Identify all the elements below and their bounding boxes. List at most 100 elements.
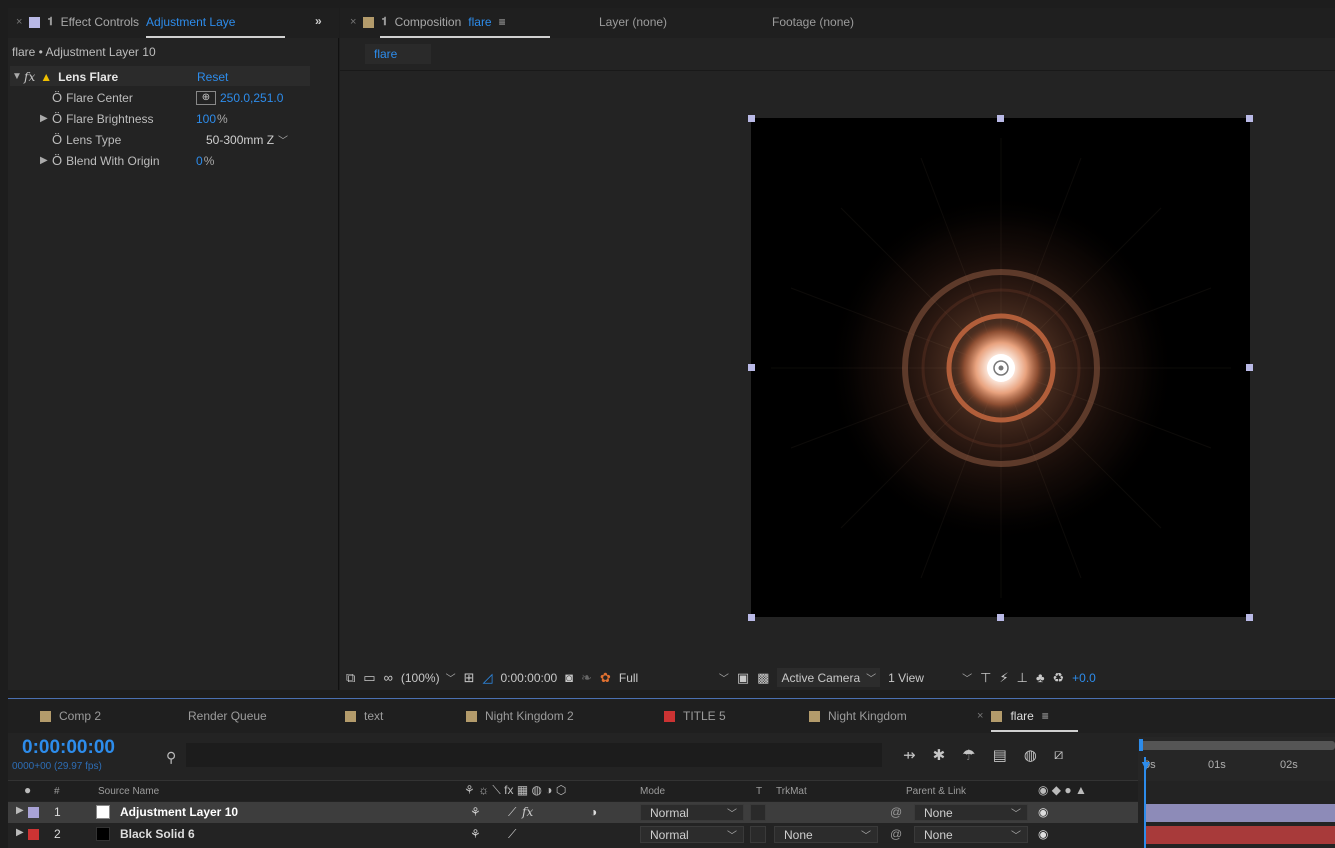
- flare-brightness-value[interactable]: 100: [196, 112, 216, 126]
- fx-icon[interactable]: fx: [24, 70, 35, 84]
- playhead-marker-icon[interactable]: ▼: [1139, 757, 1153, 773]
- crosshair-icon[interactable]: ⊕: [196, 90, 216, 105]
- expand-triangle-icon[interactable]: ▶: [16, 827, 24, 838]
- timeline-icon[interactable]: ⊥: [1017, 670, 1028, 686]
- layer-label-color[interactable]: [28, 829, 39, 840]
- expand-triangle-icon[interactable]: ▼: [12, 71, 24, 82]
- expand-triangle-icon[interactable]: ▶: [40, 113, 52, 124]
- color-channels-icon[interactable]: ✿: [600, 670, 611, 686]
- selection-handle[interactable]: [1246, 115, 1253, 122]
- adjustment-layer-switch-icon[interactable]: ◑: [590, 805, 597, 819]
- current-time-display[interactable]: 0:00:00:00: [500, 671, 557, 685]
- panel-menu-icon[interactable]: ≡: [1042, 709, 1049, 723]
- timeline-tab-title-5[interactable]: TITLE 5: [664, 709, 726, 723]
- work-area-bar[interactable]: [1139, 741, 1335, 750]
- visibility-eye-icon[interactable]: ◉: [1038, 827, 1048, 841]
- col-parent-link[interactable]: Parent & Link: [906, 786, 966, 797]
- exposure-value[interactable]: +0.0: [1072, 671, 1096, 685]
- panel-menu-icon[interactable]: ≡: [499, 15, 506, 29]
- selection-handle[interactable]: [748, 364, 755, 371]
- shy-switch-icon[interactable]: ⚘: [470, 805, 481, 819]
- comp-flowchart-icon[interactable]: ⇸: [903, 746, 916, 764]
- expand-triangle-icon[interactable]: ▶: [40, 155, 52, 166]
- reset-exposure-icon[interactable]: ♻: [1052, 670, 1064, 686]
- lens-type-dropdown[interactable]: 50-300mm Z ﹀: [206, 132, 288, 148]
- timeline-tab-flare[interactable]: × flare ≡: [977, 709, 1049, 723]
- mode-dropdown[interactable]: Normal ﹀: [640, 826, 744, 843]
- composition-tab[interactable]: × 𝟏 Composition flare ≡: [350, 15, 506, 29]
- selection-handle[interactable]: [748, 614, 755, 621]
- stopwatch-icon[interactable]: Ö: [52, 153, 62, 168]
- reset-link[interactable]: Reset: [197, 70, 228, 84]
- view-layout-dropdown[interactable]: 1 View ﹀: [888, 670, 972, 686]
- stopwatch-icon[interactable]: Ö: [52, 132, 62, 147]
- col-trkmat[interactable]: TrkMat: [776, 786, 807, 797]
- work-area-start-handle[interactable]: [1139, 739, 1143, 751]
- motion-blur-icon[interactable]: ◍: [1024, 746, 1037, 764]
- layer-name[interactable]: Black Solid 6: [120, 827, 195, 841]
- resolution-dropdown[interactable]: Full ﹀: [619, 670, 729, 686]
- zoom-dropdown[interactable]: (100%) ﹀: [401, 670, 456, 686]
- close-icon[interactable]: ×: [350, 16, 356, 28]
- pickwhip-icon[interactable]: @: [890, 805, 902, 819]
- layer-duration-bar[interactable]: [1146, 826, 1335, 844]
- selection-handle[interactable]: [1246, 364, 1253, 371]
- preserve-transparency-toggle[interactable]: [750, 826, 766, 843]
- trkmat-dropdown[interactable]: None ﹀: [774, 826, 878, 843]
- fx-switch-icon[interactable]: fx: [522, 805, 533, 819]
- draft-3d-icon[interactable]: ✱: [933, 746, 946, 764]
- composition-canvas[interactable]: [751, 118, 1250, 617]
- selection-handle[interactable]: [997, 115, 1004, 122]
- preserve-transparency-toggle[interactable]: [750, 804, 766, 821]
- table-row[interactable]: ▶ 2 Black Solid 6 ⚘ ⟋ Normal ﹀ None ﹀ @ …: [8, 824, 1335, 845]
- parent-dropdown[interactable]: None ﹀: [914, 804, 1028, 821]
- search-icon[interactable]: ⚲: [166, 749, 176, 766]
- fast-preview-icon[interactable]: ⚡: [999, 670, 1008, 686]
- show-snapshot-icon[interactable]: ❧: [581, 670, 592, 686]
- close-icon[interactable]: ×: [977, 710, 983, 722]
- timeline-tab-render-queue[interactable]: Render Queue: [188, 709, 267, 723]
- layer-tab[interactable]: Layer (none): [599, 15, 667, 29]
- lock-icon[interactable]: 𝟏: [381, 16, 387, 29]
- layer-label-color[interactable]: [28, 807, 39, 818]
- comp-breadcrumb[interactable]: flare: [365, 44, 431, 64]
- monitor-icon[interactable]: ▭: [363, 670, 375, 686]
- effect-header-row[interactable]: ▼ fx ▲ Lens Flare Reset: [12, 66, 312, 87]
- col-source-name[interactable]: Source Name: [98, 786, 159, 797]
- camera-dropdown[interactable]: Active Camera ﹀: [777, 668, 881, 687]
- timeline-tab-comp-2[interactable]: Comp 2: [40, 709, 101, 723]
- shy-layers-icon[interactable]: ☂: [962, 746, 975, 764]
- mode-dropdown[interactable]: Normal ﹀: [640, 804, 744, 821]
- close-icon[interactable]: ×: [16, 16, 22, 28]
- selection-handle[interactable]: [1246, 614, 1253, 621]
- visibility-eye-icon[interactable]: ◉: [1038, 805, 1048, 819]
- footage-tab[interactable]: Footage (none): [772, 15, 854, 29]
- pickwhip-icon[interactable]: @: [890, 827, 902, 841]
- panel-overflow-button[interactable]: »: [315, 14, 322, 28]
- snapshot-camera-icon[interactable]: ◙: [565, 670, 573, 685]
- timeline-tab-night-kingdom[interactable]: Night Kingdom: [809, 709, 907, 723]
- effect-controls-tab[interactable]: × 𝟏 Effect Controls Adjustment Laye: [16, 15, 235, 29]
- region-of-interest-icon[interactable]: ▣: [737, 670, 749, 686]
- stopwatch-icon[interactable]: Ö: [52, 111, 62, 126]
- always-preview-icon[interactable]: ⧉: [346, 670, 355, 686]
- table-row[interactable]: ▶ 1 Adjustment Layer 10 ⚘ ⟋ fx ◑ Normal …: [8, 802, 1335, 823]
- timeline-tab-night-kingdom-2[interactable]: Night Kingdom 2: [466, 709, 574, 723]
- mask-visibility-icon[interactable]: ◿: [482, 670, 492, 686]
- col-mode[interactable]: Mode: [640, 786, 665, 797]
- quality-switch-icon[interactable]: ⟋: [508, 805, 516, 820]
- layer-duration-bar[interactable]: [1146, 804, 1335, 822]
- pixel-aspect-icon[interactable]: ⊤: [980, 670, 991, 686]
- label-tag-icon[interactable]: ●: [24, 783, 31, 797]
- flowchart-icon[interactable]: ♣: [1036, 670, 1045, 685]
- expand-triangle-icon[interactable]: ▶: [16, 805, 24, 816]
- 3d-glasses-icon[interactable]: ∞: [384, 670, 393, 685]
- shy-switch-icon[interactable]: ⚘: [470, 827, 481, 841]
- lock-icon[interactable]: 𝟏: [47, 16, 53, 29]
- selection-handle[interactable]: [748, 115, 755, 122]
- blend-with-origin-value[interactable]: 0: [196, 154, 203, 168]
- selection-handle[interactable]: [997, 614, 1004, 621]
- frame-blending-icon[interactable]: ▤: [993, 746, 1007, 764]
- layer-search-input[interactable]: [186, 743, 882, 767]
- graph-editor-icon[interactable]: ⧄: [1054, 746, 1064, 764]
